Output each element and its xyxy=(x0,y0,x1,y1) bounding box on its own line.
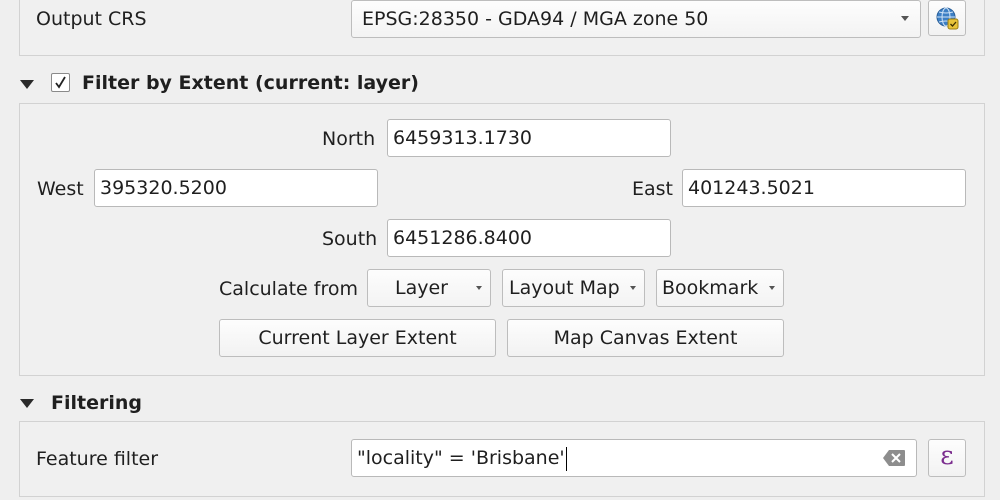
feature-filter-label: Feature filter xyxy=(36,448,159,470)
chevron-down-icon xyxy=(630,286,636,290)
layer-button-label: Layer xyxy=(395,277,448,299)
collapse-extent-triangle-down-icon[interactable] xyxy=(20,80,34,89)
east-label: East xyxy=(632,178,673,200)
crs-selector-button[interactable] xyxy=(928,0,966,36)
output-crs-label: Output CRS xyxy=(36,8,147,30)
bookmark-dropdown-button[interactable]: Bookmark xyxy=(656,269,784,307)
output-crs-combobox[interactable]: EPSG:28350 - GDA94 / MGA zone 50 xyxy=(351,0,921,38)
chevron-down-icon xyxy=(769,286,775,290)
chevron-down-icon xyxy=(901,16,909,21)
filtering-title[interactable]: Filtering xyxy=(51,391,142,415)
layer-dropdown-button[interactable]: Layer xyxy=(367,269,491,307)
feature-filter-input[interactable]: "locality" = 'Brisbane' xyxy=(351,439,917,477)
layout-map-dropdown-button[interactable]: Layout Map xyxy=(502,269,645,307)
filter-extent-title[interactable]: Filter by Extent (current: layer) xyxy=(82,71,419,95)
current-layer-extent-button[interactable]: Current Layer Extent xyxy=(219,319,496,357)
epsilon-expression-icon: ε xyxy=(940,441,954,471)
globe-icon xyxy=(936,7,959,30)
chevron-down-icon xyxy=(476,286,482,290)
backspace-clear-icon[interactable] xyxy=(882,449,906,467)
south-label: South xyxy=(322,228,378,250)
feature-filter-value: "locality" = 'Brisbane' xyxy=(357,447,565,469)
bookmark-button-label: Bookmark xyxy=(662,277,759,299)
south-input[interactable]: 6451286.8400 xyxy=(387,219,671,257)
layout-map-button-label: Layout Map xyxy=(509,277,620,299)
collapse-filtering-triangle-down-icon[interactable] xyxy=(20,399,34,408)
filter-extent-checkbox[interactable] xyxy=(51,73,70,92)
text-cursor xyxy=(565,446,567,471)
east-input[interactable]: 401243.5021 xyxy=(682,169,966,207)
north-input[interactable]: 6459313.1730 xyxy=(387,119,671,157)
map-canvas-extent-button[interactable]: Map Canvas Extent xyxy=(507,319,784,357)
west-label: West xyxy=(37,178,84,200)
calculate-from-label: Calculate from xyxy=(219,278,358,300)
checkmark-icon xyxy=(55,76,66,89)
west-input[interactable]: 395320.5200 xyxy=(94,169,378,207)
expression-button[interactable]: ε xyxy=(928,439,966,477)
output-crs-value: EPSG:28350 - GDA94 / MGA zone 50 xyxy=(362,8,709,30)
north-label: North xyxy=(322,128,376,150)
